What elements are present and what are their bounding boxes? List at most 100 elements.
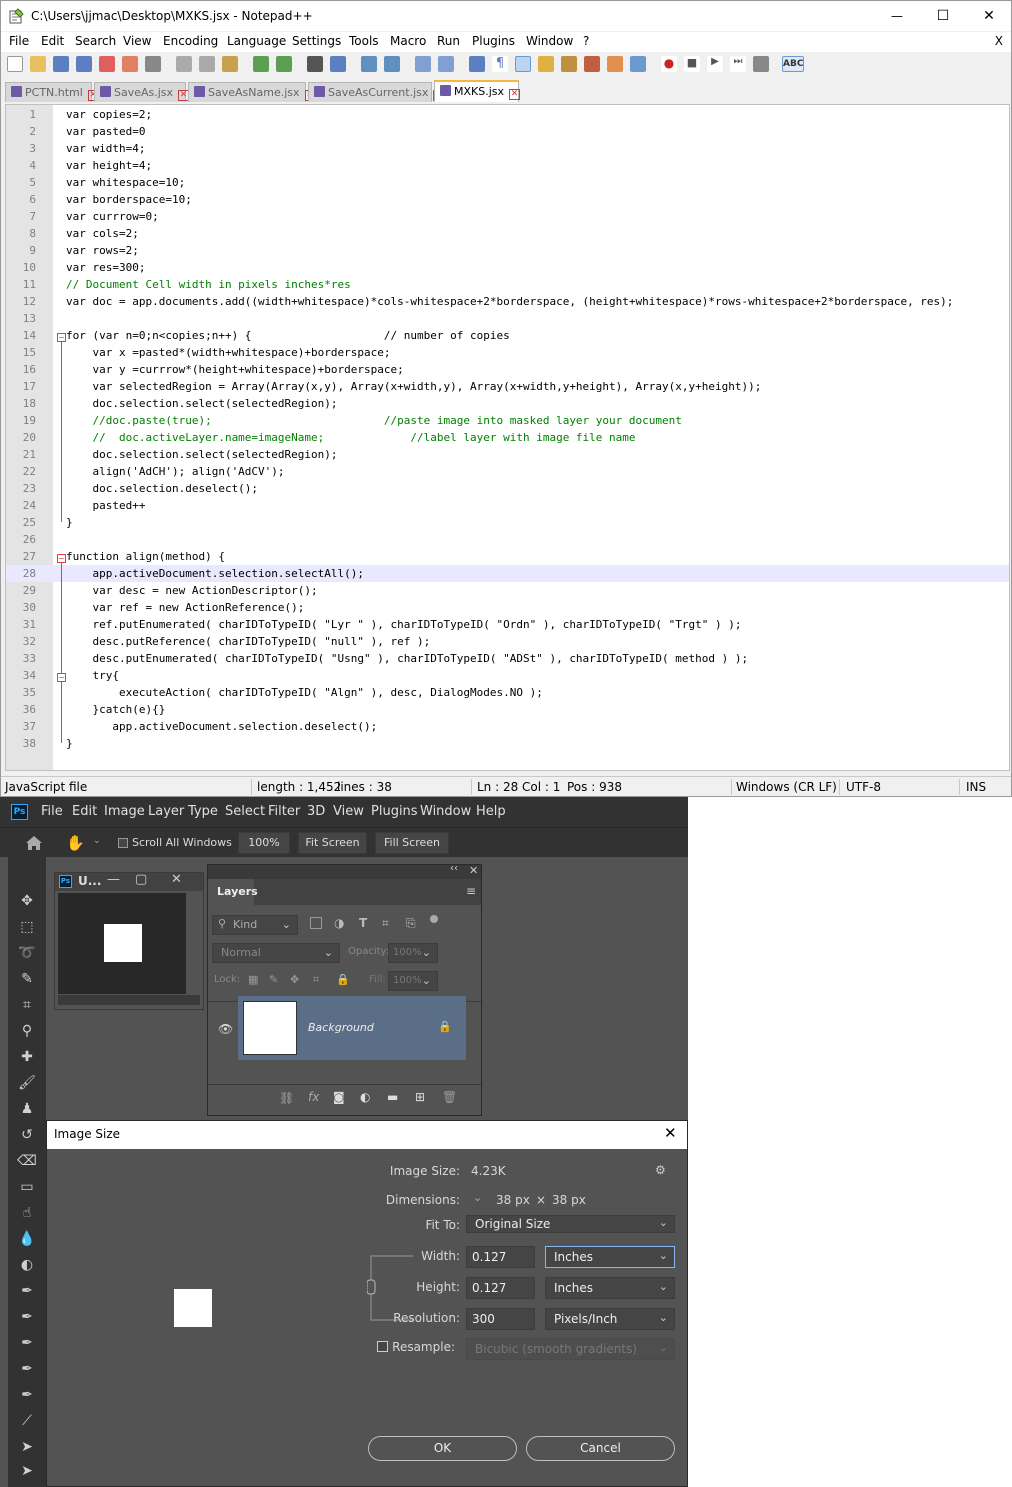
chevron-down-icon[interactable]: ⌄ [93,836,101,846]
collapse-panel-icon[interactable]: ‹‹ [450,863,458,874]
menu-tools[interactable]: Tools [349,34,379,48]
resolution-unit-select[interactable]: Pixels/Inch ⌄ [545,1308,675,1330]
new-layer-icon[interactable]: ⊞ [415,1090,425,1104]
pixel-layer-filter-icon[interactable] [310,917,322,929]
eraser-tool-icon[interactable]: ⌫ [17,1152,37,1170]
save-icon[interactable] [53,56,69,72]
code-line[interactable]: 24 pasted++ [6,497,1009,514]
delete-anchor-icon[interactable]: ✒ [17,1386,37,1404]
ps-menu-plugins[interactable]: Plugins [371,804,418,819]
close-panel-icon[interactable]: ✕ [469,864,478,877]
menu-view[interactable]: View [123,34,151,48]
lock-image-icon[interactable]: ✎ [269,973,278,986]
sync-vertical-icon[interactable] [415,56,431,72]
replace-icon[interactable] [330,56,346,72]
code-line[interactable]: 15 var x =pasted*(width+whitespace)+bord… [6,344,1009,361]
code-line[interactable]: 19 //doc.paste(true); //paste image into… [6,412,1009,429]
path-select-icon[interactable]: ➤ [17,1438,37,1456]
code-line[interactable]: 13 [6,310,1009,327]
visibility-eye-icon[interactable]: 👁 [218,1022,233,1036]
code-line[interactable]: 34 try{ [6,667,1009,684]
hand-tool-icon[interactable]: ✋ [66,834,85,852]
menu-language[interactable]: Language [227,34,286,48]
zoom-out-icon[interactable] [384,56,400,72]
type-filter-icon[interactable]: T [359,916,367,930]
filter-kind-select[interactable]: ⚲ Kind ⌄ [212,915,298,935]
code-line[interactable]: 17 var selectedRegion = Array(Array(x,y)… [6,378,1009,395]
menu-settings[interactable]: Settings [292,34,341,48]
fx-icon[interactable]: fx [308,1090,319,1104]
menu-run[interactable]: Run [437,34,460,48]
play-macro-icon[interactable]: ▶ [707,56,723,72]
crop-tool-icon[interactable]: ⌗ [17,996,37,1014]
eyedropper-tool-icon[interactable]: ⚲ [17,1022,37,1040]
minimize-button[interactable]: — [874,1,920,31]
move-tool-icon[interactable]: ✥ [17,892,37,910]
code-line[interactable]: 22 align('AdCH'); align('AdCV'); [6,463,1009,480]
resample-checkbox[interactable] [377,1341,388,1352]
resolution-input[interactable]: 300 [466,1308,535,1330]
zoom-in-icon[interactable] [361,56,377,72]
code-line[interactable]: 4 var height=4; [6,157,1009,174]
tab-mxks[interactable]: MXKS.jsx ✕ [434,80,521,102]
document-window[interactable]: Ps U... — ▢ ✕ [54,872,204,1010]
menu-edit[interactable]: Edit [41,34,64,48]
resample-method-select[interactable]: Bicubic (smooth gradients) ⌄ [466,1338,675,1360]
close-icon[interactable]: ✕ [171,872,182,887]
chevron-down-icon[interactable]: ⌄ [473,1191,482,1204]
code-line[interactable]: 31 ref.putEnumerated( charIDToTypeID( "L… [6,616,1009,633]
code-line[interactable]: 6 var borderspace=10; [6,191,1009,208]
close-document-x[interactable]: X [995,34,1003,48]
ps-menu-select[interactable]: Select [225,804,265,819]
cut-icon[interactable] [176,56,192,72]
tab-saveas[interactable]: SaveAs.jsx ✕ [94,82,190,102]
code-line[interactable]: 38} [6,735,1009,752]
zoom-100-button[interactable]: 100% [238,832,290,854]
opacity-input[interactable]: 100% ⌄ [388,943,438,963]
stop-macro-icon[interactable]: ■ [684,56,700,72]
print-icon[interactable] [145,56,161,72]
code-line[interactable]: 11 // Document Cell width in pixels inche… [6,276,1009,293]
healing-brush-icon[interactable]: ✚ [17,1048,37,1066]
menu-window[interactable]: Window [526,34,573,48]
lock-transparent-icon[interactable]: ▦ [248,973,258,986]
adjustment-filter-icon[interactable]: ◑ [334,916,344,930]
redo-icon[interactable] [276,56,292,72]
maximize-icon[interactable]: ▢ [135,872,147,887]
new-file-icon[interactable] [7,56,23,72]
code-line[interactable]: 12 var doc = app.documents.add((width+whi… [6,293,1009,310]
indent-guide-icon[interactable] [515,56,531,72]
width-input[interactable]: 0.127 [466,1246,535,1268]
sync-horizontal-icon[interactable] [438,56,454,72]
menu-encoding[interactable]: Encoding [163,34,218,48]
code-line[interactable]: 33 desc.putEnumerated( charIDToTypeID( "… [6,650,1009,667]
close-button[interactable]: ✕ [966,1,1012,31]
pen-tool-icon[interactable]: ✒ [17,1282,37,1300]
save-all-icon[interactable] [76,56,92,72]
horizontal-scrollbar[interactable] [58,995,200,1005]
tab-saveascurrent[interactable]: SaveAsCurrent.jsx✕ [308,82,445,102]
code-line[interactable]: 18 doc.selection.select(selectedRegion); [6,395,1009,412]
lock-position-icon[interactable]: ✥ [290,973,299,986]
width-unit-select[interactable]: Inches ⌄ [545,1246,675,1268]
code-line[interactable]: 35 executeAction( charIDToTypeID( "Algn"… [6,684,1009,701]
code-line[interactable]: 9 var rows=2; [6,242,1009,259]
code-editor[interactable]: 1 var copies=2; 2 var pasted=0 3 var width=4;… [5,104,1010,771]
home-icon[interactable] [25,835,43,851]
save-macro-icon[interactable] [753,56,769,72]
ps-menu-file[interactable]: File [41,804,63,819]
height-input[interactable]: 0.127 [466,1277,535,1299]
scroll-all-windows-checkbox[interactable] [118,838,128,848]
run-macro-multiple-icon[interactable]: ⏭ [730,56,746,72]
fold-toggle-icon[interactable]: − [57,673,66,682]
quick-select-tool-icon[interactable]: ✎ [17,970,37,988]
menu-help[interactable]: ? [583,34,589,48]
direct-select-icon[interactable]: ➤ [17,1462,37,1480]
ps-menu-layer[interactable]: Layer [148,804,184,819]
code-line[interactable]: 32 desc.putReference( charIDToTypeID( "n… [6,633,1009,650]
link-layers-icon[interactable]: ⛓ [279,1091,294,1105]
ok-button[interactable]: OK [368,1436,517,1461]
doc-map-icon[interactable] [561,56,577,72]
code-line[interactable]: 23 doc.selection.deselect(); [6,480,1009,497]
fill-input[interactable]: 100% ⌄ [388,971,438,991]
